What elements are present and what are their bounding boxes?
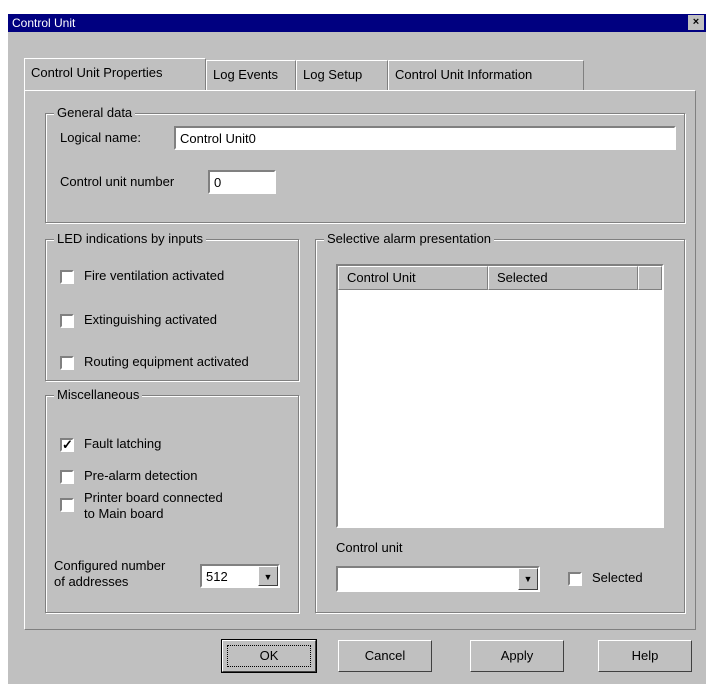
led-indications-title: LED indications by inputs [54,231,206,246]
general-data-title: General data [54,105,136,120]
check-icon: ✓ [62,437,73,452]
tab-control-unit-information[interactable]: Control Unit Information [388,60,584,90]
addresses-select[interactable]: 512 ▼ [200,564,280,588]
tab-panel: General data Logical name: Control Unit0… [24,90,696,630]
window-title: Control Unit [12,16,76,30]
column-header-filler [638,266,662,290]
logical-name-label: Logical name: [60,130,141,145]
control-unit-list[interactable]: Control Unit Selected [336,264,664,528]
extinguishing-label: Extinguishing activated [84,312,217,327]
chevron-down-icon[interactable]: ▼ [258,566,278,586]
general-data-group: General data Logical name: Control Unit0… [45,105,685,223]
tab-label: Log Setup [303,67,363,82]
control-unit-label: Control unit [336,540,403,555]
tab-label: Log Events [213,67,279,82]
column-header-selected[interactable]: Selected [488,266,638,290]
apply-button[interactable]: Apply [470,640,564,672]
led-indications-group: LED indications by inputs Fire ventilati… [45,231,299,381]
addresses-label-line1: Configured number [54,558,166,573]
ok-button[interactable]: OK [221,639,317,673]
routing-equipment-label: Routing equipment activated [84,354,249,369]
control-unit-dialog: Control Unit × Control Unit Properties L… [8,14,706,684]
unit-number-label: Control unit number [60,174,175,189]
printer-board-label-line2: to Main board [84,506,164,521]
addresses-label-line2: of addresses [54,574,129,589]
control-unit-select[interactable]: ▼ [336,566,540,592]
printer-board-checkbox[interactable] [60,498,74,512]
help-label: Help [631,648,659,663]
printer-board-label-line1: Printer board connected [84,490,223,505]
focus-rect [227,645,311,667]
addresses-value: 512 [206,569,228,584]
help-button[interactable]: Help [598,640,692,672]
tab-label: Control Unit Information [395,67,533,82]
column-header-control-unit[interactable]: Control Unit [338,266,488,290]
fault-latching-label: Fault latching [84,436,162,451]
routing-equipment-checkbox[interactable] [60,356,74,370]
chevron-down-icon[interactable]: ▼ [518,568,538,590]
tab-log-events[interactable]: Log Events [206,60,296,90]
unit-number-input[interactable]: 0 [208,170,276,194]
extinguishing-checkbox[interactable] [60,314,74,328]
tab-log-setup[interactable]: Log Setup [296,60,388,90]
fire-ventilation-label: Fire ventilation activated [84,268,225,283]
selective-alarm-group: Selective alarm presentation Control Uni… [315,231,685,613]
title-bar: Control Unit × [8,14,706,32]
close-icon[interactable]: × [688,15,704,30]
selected-checkbox[interactable] [568,572,582,586]
miscellaneous-title: Miscellaneous [54,387,143,402]
miscellaneous-group: Miscellaneous ✓ Fault latching Pre-alarm… [45,387,299,613]
fault-latching-checkbox[interactable]: ✓ [60,438,74,452]
cancel-button[interactable]: Cancel [338,640,432,672]
tab-label: Control Unit Properties [31,65,163,80]
selective-alarm-title: Selective alarm presentation [324,231,495,246]
cancel-label: Cancel [364,648,406,663]
pre-alarm-label: Pre-alarm detection [84,468,198,483]
tab-control-unit-properties[interactable]: Control Unit Properties [24,58,206,90]
fire-ventilation-checkbox[interactable] [60,270,74,284]
apply-label: Apply [500,648,534,663]
selected-label: Selected [592,570,643,585]
logical-name-input[interactable]: Control Unit0 [174,126,676,150]
pre-alarm-checkbox[interactable] [60,470,74,484]
